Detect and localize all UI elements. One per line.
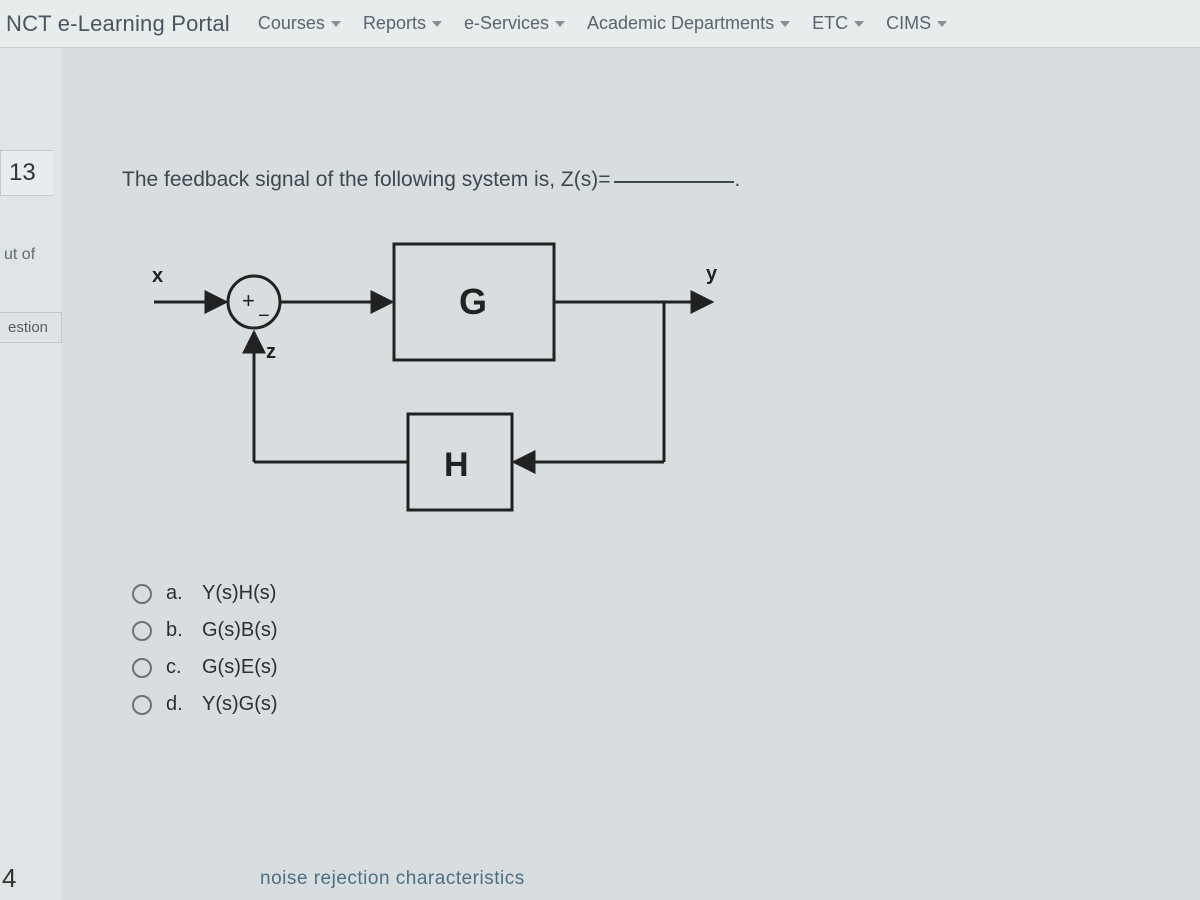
option-letter: b. [166, 619, 188, 642]
caret-down-icon [555, 21, 565, 27]
radio-icon[interactable] [132, 584, 152, 604]
sum-minus: − [258, 305, 270, 327]
question-number: 13 [9, 159, 36, 186]
nav-label: Academic Departments [587, 13, 774, 34]
option-letter: a. [166, 582, 188, 605]
caret-down-icon [432, 21, 442, 27]
caret-down-icon [937, 21, 947, 27]
next-question-number: 4 [2, 863, 16, 894]
flag-question-button[interactable]: estion [0, 312, 62, 343]
answer-options: a. Y(s)H(s) b. G(s)B(s) c. G(s)E(s) d. Y… [132, 582, 1170, 716]
nav-departments[interactable]: Academic Departments [587, 13, 790, 34]
bottom-fragment-text: noise rejection characteristics [260, 868, 525, 890]
block-diagram: x + − G y H [134, 222, 1170, 542]
nav-courses[interactable]: Courses [258, 13, 341, 34]
option-d[interactable]: d. Y(s)G(s) [132, 693, 1170, 716]
nav-label: e-Services [464, 13, 549, 34]
block-h: H [444, 446, 469, 484]
nav-label: Reports [363, 13, 426, 34]
nav-eservices[interactable]: e-Services [464, 13, 565, 34]
question-number-box: 13 [0, 150, 54, 196]
option-a[interactable]: a. Y(s)H(s) [132, 582, 1170, 605]
option-text: G(s)B(s) [202, 619, 278, 642]
caret-down-icon [854, 21, 864, 27]
input-label: x [152, 265, 163, 287]
prompt-text: The feedback signal of the following sys… [122, 168, 610, 191]
nav-reports[interactable]: Reports [363, 13, 442, 34]
option-letter: c. [166, 656, 188, 679]
option-b[interactable]: b. G(s)B(s) [132, 619, 1170, 642]
output-label: y [706, 263, 718, 285]
nav-label: CIMS [886, 13, 931, 34]
sum-plus: + [242, 288, 255, 313]
feedback-label: z [266, 341, 276, 363]
nav-label: Courses [258, 13, 325, 34]
block-g: G [459, 281, 487, 322]
caret-down-icon [331, 21, 341, 27]
nav-label: ETC [812, 13, 848, 34]
option-c[interactable]: c. G(s)E(s) [132, 656, 1170, 679]
top-nav: NCT e-Learning Portal Courses Reports e-… [0, 0, 1200, 48]
nav-cims[interactable]: CIMS [886, 13, 947, 34]
option-text: Y(s)G(s) [202, 693, 278, 716]
brand-title[interactable]: NCT e-Learning Portal [6, 11, 230, 37]
out-of-label: ut of [0, 246, 62, 264]
radio-icon[interactable] [132, 621, 152, 641]
radio-icon[interactable] [132, 658, 152, 678]
answer-blank [614, 181, 734, 183]
option-letter: d. [166, 693, 188, 716]
option-text: G(s)E(s) [202, 656, 278, 679]
question-prompt: The feedback signal of the following sys… [122, 168, 1170, 192]
question-main: The feedback signal of the following sys… [62, 48, 1200, 900]
nav-etc[interactable]: ETC [812, 13, 864, 34]
caret-down-icon [780, 21, 790, 27]
radio-icon[interactable] [132, 695, 152, 715]
prompt-dot: . [734, 168, 740, 191]
option-text: Y(s)H(s) [202, 582, 276, 605]
